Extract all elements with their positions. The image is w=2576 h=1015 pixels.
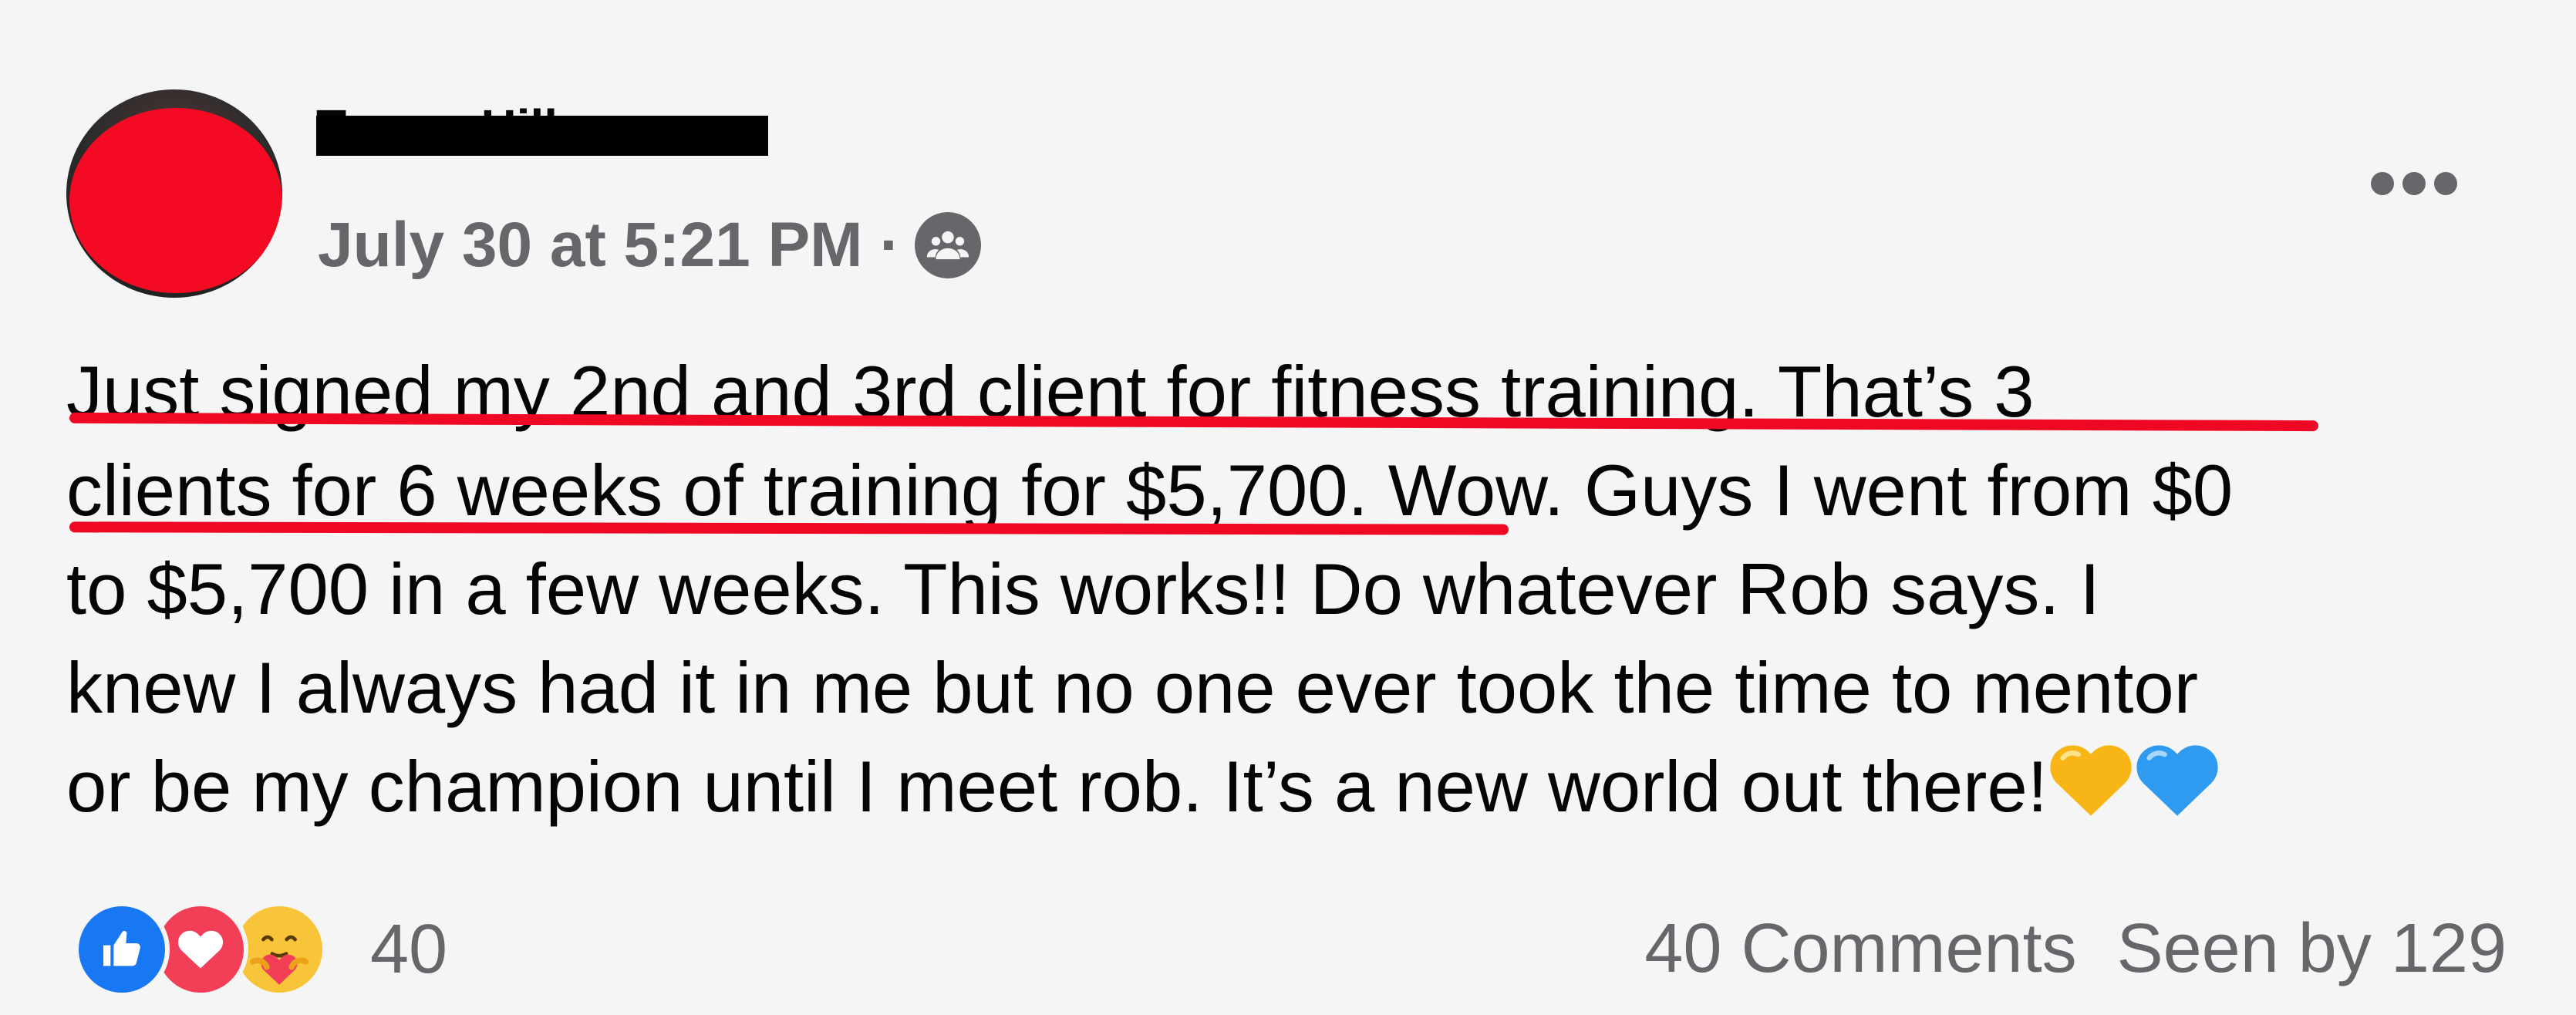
post-stats: 40 Comments Seen by 129 bbox=[1644, 902, 2507, 995]
body-line-2b: . Wow. Guys I went from $0 bbox=[1347, 450, 2234, 531]
avatar-redaction bbox=[69, 108, 282, 293]
more-dot bbox=[2371, 172, 2394, 195]
author-name-redaction bbox=[316, 116, 768, 156]
more-options-icon[interactable] bbox=[2371, 162, 2457, 205]
seen-by-link[interactable]: Seen by 129 bbox=[2117, 909, 2507, 989]
body-line-2a: clients for 6 weeks of training for $5,7… bbox=[66, 450, 1348, 531]
body-line-3: to $5,700 in a few weeks. This works!! D… bbox=[66, 548, 2100, 629]
post-meta: July 30 at 5:21 PM · bbox=[318, 207, 981, 284]
reactions-summary[interactable]: 40 bbox=[74, 899, 447, 1000]
post-timestamp[interactable]: July 30 at 5:21 PM bbox=[318, 209, 862, 282]
more-dot bbox=[2402, 172, 2426, 195]
reaction-count: 40 bbox=[370, 910, 448, 988]
body-line-5: or be my champion until I meet rob. It’s… bbox=[66, 737, 2519, 842]
body-line-4: knew I always had it in me but no one ev… bbox=[66, 647, 2199, 728]
more-dot bbox=[2434, 172, 2457, 195]
group-icon[interactable] bbox=[914, 212, 981, 278]
post-card: Trevor Hill July 30 at 5:21 PM · Just si… bbox=[0, 0, 2576, 1015]
body-line-5-text: or be my champion until I meet rob. It’s… bbox=[66, 746, 2048, 827]
yellow-heart-icon bbox=[2048, 740, 2134, 842]
comments-link[interactable]: 40 Comments bbox=[1644, 909, 2076, 989]
avatar[interactable] bbox=[66, 89, 282, 298]
blue-heart-icon bbox=[2134, 740, 2220, 842]
meta-separator: · bbox=[879, 210, 901, 280]
like-icon bbox=[74, 902, 170, 997]
